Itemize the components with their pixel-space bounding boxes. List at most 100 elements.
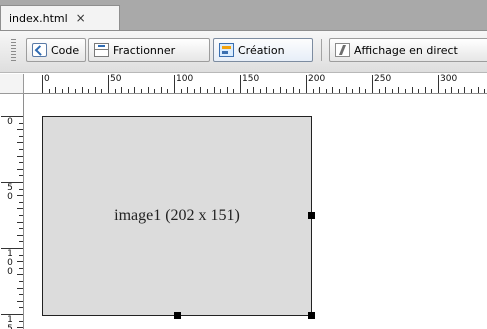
ruler-tick [174,75,175,93]
ruler-tick [17,222,23,223]
vertical-ruler-label: 100 [7,249,13,277]
ruler-tick [134,87,135,93]
code-view-icon [32,43,47,57]
ruler-tick [17,327,23,328]
split-view-label: Fractionner [113,43,176,57]
document-tab-index-html[interactable]: index.html × [0,5,120,30]
ruler-tick [101,89,102,93]
ruler-tick [19,149,23,150]
document-tab-bar: index.html × [0,0,487,31]
design-canvas[interactable]: image1 (202 x 151) [24,94,487,329]
ruler-tick [233,89,234,93]
image-placeholder-label: image1 (202 x 151) [114,207,240,224]
image-placeholder[interactable]: image1 (202 x 151) [42,116,315,319]
ruler-tick [280,87,281,93]
vertical-ruler-label: 150 [7,315,13,329]
ruler-tick [247,89,248,93]
ruler-tick [214,87,215,93]
toolbar-grip-icon[interactable] [11,39,16,61]
ruler-tick [19,136,23,137]
ruler-tick [425,87,426,93]
design-view-button[interactable]: Création [213,38,313,62]
ruler-tick [438,75,439,93]
ruler-tick [19,175,23,176]
horizontal-ruler-label: 100 [176,74,194,84]
ruler-tick [141,89,142,93]
ruler-tick [68,87,69,93]
ruler-tick [220,89,221,93]
design-view-label: Création [238,43,285,57]
ruler-tick [17,156,23,157]
ruler-tick [306,75,307,93]
ruler-tick [412,87,413,93]
ruler-tick [17,261,23,262]
document-tab-label: index.html [9,11,68,25]
ruler-tick [240,75,241,93]
ruler-tick [266,87,267,93]
ruler-tick [431,89,432,93]
ruler-tick [17,129,23,130]
ruler-tick [19,281,23,282]
ruler-tick [161,87,162,93]
ruler-tick [19,307,23,308]
vertical-ruler-label: 50 [7,183,13,202]
ruler-tick [346,87,347,93]
ruler-tick [17,288,23,289]
ruler-tick [385,87,386,93]
ruler-tick [19,215,23,216]
ruler-tick [339,89,340,93]
ruler-tick [471,89,472,93]
ruler-tick [88,89,89,93]
ruler-tick [352,89,353,93]
ruler-tick [332,87,333,93]
code-view-label: Code [51,43,80,57]
vertical-ruler-label: 0 [7,117,13,127]
resize-handle-bottom[interactable] [174,312,181,319]
ruler-tick [19,123,23,124]
horizontal-ruler-label: 250 [374,74,392,84]
ruler-tick [392,89,393,93]
ruler-tick [313,89,314,93]
ruler-tick [464,87,465,93]
ruler-tick [108,75,109,93]
ruler-tick [121,87,122,93]
ruler-tick [299,89,300,93]
vertical-ruler[interactable]: 0 50 100 150 [0,94,24,329]
ruler-tick [379,89,380,93]
horizontal-ruler-label: 150 [242,74,260,84]
split-view-button[interactable]: Fractionner [88,38,210,62]
ruler-tick [19,202,23,203]
document-toolbar: Code Fractionner Création Affichage en d… [0,31,487,73]
live-view-button[interactable]: Affichage en direct [329,38,487,62]
toolbar-separator [321,39,322,61]
horizontal-ruler-label: 50 [110,74,122,84]
ruler-tick [187,87,188,93]
ruler-tick [167,89,168,93]
ruler-tick [478,87,479,93]
ruler-tick [62,89,63,93]
resize-handle-right[interactable] [308,212,315,219]
resize-handle-bottom-right[interactable] [308,312,315,319]
ruler-tick [418,89,419,93]
ruler-tick [319,87,320,93]
ruler-tick [128,89,129,93]
ruler-tick [19,241,23,242]
ruler-origin-corner[interactable] [0,74,24,94]
horizontal-ruler[interactable]: 0 50 100 150 200 250 300 [24,74,487,94]
ruler-tick [405,89,406,93]
live-view-icon [335,43,350,57]
code-view-button[interactable]: Code [26,38,86,62]
ruler-tick [82,87,83,93]
ruler-tick [451,87,452,93]
ruler-tick [260,89,261,93]
ruler-tick [19,228,23,229]
close-tab-icon[interactable]: × [76,11,86,25]
ruler-tick [17,301,23,302]
horizontal-ruler-label: 200 [308,74,326,84]
ruler-tick [154,89,155,93]
ruler-tick [115,89,116,93]
ruler-tick [19,294,23,295]
ruler-tick [181,89,182,93]
ruler-tick [17,142,23,143]
live-view-label: Affichage en direct [354,43,458,57]
